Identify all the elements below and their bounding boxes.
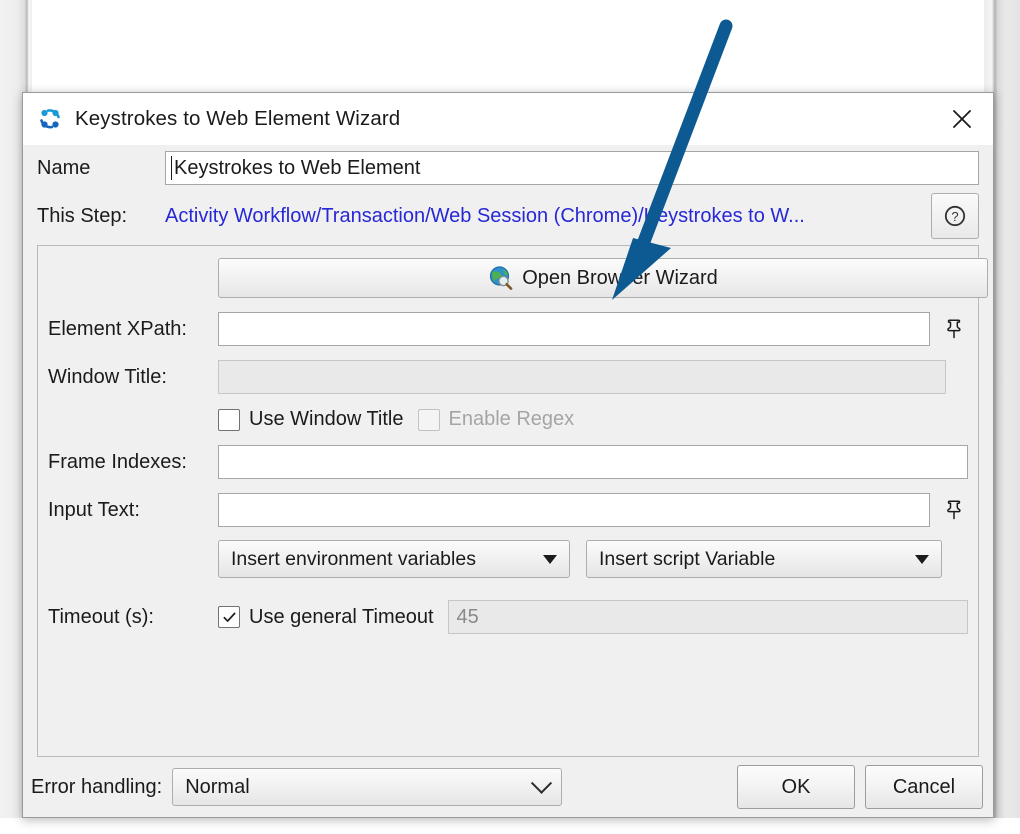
- this-step-row: This Step: Activity Workflow/Transaction…: [37, 191, 979, 241]
- insert-script-variable-dropdown[interactable]: Insert script Variable: [586, 540, 942, 578]
- enable-regex-checkbox: Enable Regex: [418, 408, 575, 431]
- element-xpath-label: Element XPath:: [48, 318, 218, 341]
- input-text-input[interactable]: [218, 493, 930, 527]
- dialog-titlebar: Keystrokes to Web Element Wizard: [23, 93, 993, 145]
- close-icon[interactable]: [931, 93, 993, 145]
- insert-environment-variables-dropdown[interactable]: Insert environment variables: [218, 540, 570, 578]
- dialog-title: Keystrokes to Web Element Wizard: [75, 107, 400, 131]
- dialog-footer: Error handling: Normal OK Cancel: [23, 757, 993, 817]
- timeout-label: Timeout (s):: [48, 606, 218, 629]
- wizard-settings-panel: Open Browser Wizard Element XPath: Windo…: [37, 245, 979, 757]
- window-title-row: Window Title:: [48, 360, 968, 394]
- name-input-value: Keystrokes to Web Element: [174, 157, 420, 180]
- timeout-value-input: 45: [448, 600, 968, 634]
- chevron-down-icon: [915, 555, 929, 564]
- pushpin-icon[interactable]: [940, 497, 968, 523]
- name-row: Name Keystrokes to Web Element: [37, 145, 979, 191]
- insert-environment-variables-label: Insert environment variables: [231, 548, 476, 571]
- text-caret: [171, 156, 172, 180]
- insert-script-variable-label: Insert script Variable: [599, 548, 775, 571]
- sync-circle-icon: [37, 106, 63, 132]
- use-general-timeout-label: Use general Timeout: [249, 606, 434, 629]
- this-step-label: This Step:: [37, 205, 165, 228]
- breadcrumb[interactable]: Activity Workflow/Transaction/Web Sessio…: [165, 205, 923, 228]
- checkbox-box: [218, 409, 240, 431]
- window-title-label: Window Title:: [48, 366, 218, 389]
- cancel-button[interactable]: Cancel: [865, 765, 983, 809]
- name-input[interactable]: Keystrokes to Web Element: [165, 151, 979, 185]
- frame-indexes-label: Frame Indexes:: [48, 451, 218, 474]
- chevron-down-icon: [543, 555, 557, 564]
- frame-indexes-input[interactable]: [218, 445, 968, 479]
- checkbox-box: [218, 606, 240, 628]
- checkbox-box: [418, 409, 440, 431]
- use-window-title-label: Use Window Title: [249, 408, 404, 431]
- element-xpath-row: Element XPath:: [48, 312, 968, 346]
- ok-button[interactable]: OK: [737, 765, 855, 809]
- insert-variable-buttons-row: Insert environment variables Insert scri…: [48, 540, 968, 578]
- help-button[interactable]: ?: [931, 193, 979, 239]
- input-text-row: Input Text:: [48, 493, 968, 527]
- timeout-row: Timeout (s): Use general Timeout 45: [48, 600, 968, 634]
- window-title-input: [218, 360, 946, 394]
- background-bottom-strip: [0, 818, 1020, 834]
- input-text-label: Input Text:: [48, 499, 218, 522]
- use-window-title-checkbox[interactable]: Use Window Title: [218, 408, 404, 431]
- pushpin-icon[interactable]: [940, 316, 968, 342]
- element-xpath-input[interactable]: [218, 312, 930, 346]
- window-title-options-row: Use Window Title Enable Regex: [48, 408, 968, 431]
- open-browser-wizard-button[interactable]: Open Browser Wizard: [218, 258, 988, 298]
- chevron-down-icon: [531, 772, 552, 793]
- globe-search-icon: [488, 265, 514, 291]
- name-label: Name: [37, 157, 165, 180]
- dialog-header-form: Name Keystrokes to Web Element This Step…: [23, 145, 993, 241]
- question-mark-icon: ?: [943, 204, 967, 228]
- frame-indexes-row: Frame Indexes:: [48, 445, 968, 479]
- error-handling-value: Normal: [185, 776, 249, 799]
- enable-regex-label: Enable Regex: [449, 408, 575, 431]
- error-handling-label: Error handling:: [31, 776, 162, 799]
- use-general-timeout-checkbox[interactable]: Use general Timeout: [218, 606, 434, 629]
- open-browser-wizard-label: Open Browser Wizard: [522, 267, 718, 290]
- keystrokes-to-web-element-wizard-dialog: Keystrokes to Web Element Wizard Name Ke…: [22, 92, 994, 818]
- checkmark-icon: [222, 610, 237, 625]
- svg-text:?: ?: [951, 209, 958, 224]
- error-handling-select[interactable]: Normal: [172, 768, 562, 806]
